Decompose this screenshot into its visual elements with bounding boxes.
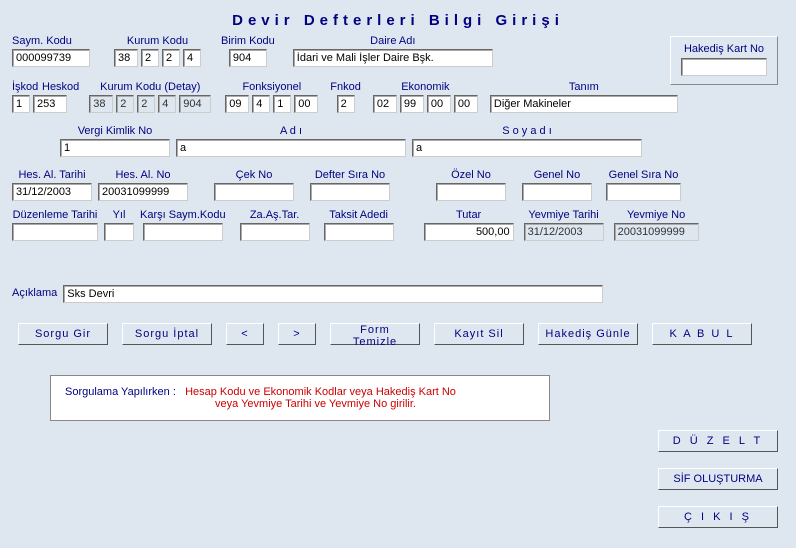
iskod-input[interactable] bbox=[12, 95, 30, 113]
kd2-input bbox=[116, 95, 134, 113]
lbl-hes-no: Hes. Al. No bbox=[115, 169, 170, 181]
gsira-input[interactable] bbox=[606, 183, 681, 201]
kurum1-input[interactable] bbox=[114, 49, 138, 67]
lbl-yev-tar: Yevmiye Tarihi bbox=[528, 209, 598, 221]
cek-input[interactable] bbox=[214, 183, 294, 201]
ek3-input[interactable] bbox=[427, 95, 451, 113]
fk3-input[interactable] bbox=[273, 95, 291, 113]
soyadi-input[interactable] bbox=[412, 139, 642, 157]
aciklama-input[interactable] bbox=[63, 285, 603, 303]
hes-no-input[interactable] bbox=[98, 183, 188, 201]
sif-button[interactable]: SİF OLUŞTURMA bbox=[658, 468, 778, 490]
fk1-input[interactable] bbox=[225, 95, 249, 113]
lbl-ekonomik: Ekonomik bbox=[401, 81, 449, 93]
lbl-aciklama: Açıklama bbox=[12, 287, 57, 299]
lbl-zaas: Za.Aş.Tar. bbox=[250, 209, 300, 221]
tanim-input[interactable] bbox=[490, 95, 678, 113]
lbl-adi: A d ı bbox=[280, 125, 302, 137]
prev-button[interactable]: < bbox=[226, 323, 264, 345]
lbl-yil: Yıl bbox=[113, 209, 126, 221]
lbl-fonksiyonel: Fonksiyonel bbox=[242, 81, 301, 93]
lbl-soyadi: S o y a d ı bbox=[502, 125, 552, 137]
lbl-defter: Defter Sıra No bbox=[315, 169, 385, 181]
lbl-hakedis: Hakediş Kart No bbox=[684, 43, 764, 55]
cikis-button[interactable]: Ç I K I Ş bbox=[658, 506, 778, 528]
karsi-input[interactable] bbox=[143, 223, 223, 241]
ek2-input[interactable] bbox=[400, 95, 424, 113]
lbl-daire-adi: Daire Adı bbox=[370, 35, 415, 47]
lbl-kurum-kodu: Kurum Kodu bbox=[127, 35, 188, 47]
page-title: Devir Defterleri Bilgi Girişi bbox=[0, 0, 796, 33]
ek1-input[interactable] bbox=[373, 95, 397, 113]
help-line1: Hesap Kodu ve Ekonomik Kodlar veya Haked… bbox=[185, 386, 456, 398]
lbl-sayim-kodu: Saym. Kodu bbox=[12, 35, 72, 47]
lbl-duz: Düzenleme Tarihi bbox=[13, 209, 98, 221]
ek4-input[interactable] bbox=[454, 95, 478, 113]
lbl-birim-kodu: Birim Kodu bbox=[221, 35, 275, 47]
kabul-button[interactable]: K A B U L bbox=[652, 323, 752, 345]
help-box: Sorgulama Yapılırken : Hesap Kodu ve Eko… bbox=[50, 375, 550, 421]
kurum3-input[interactable] bbox=[162, 49, 180, 67]
fk2-input[interactable] bbox=[252, 95, 270, 113]
kayit-sil-button[interactable]: Kayıt Sil bbox=[434, 323, 524, 345]
lbl-vergi: Vergi Kimlik No bbox=[78, 125, 153, 137]
lbl-cek: Çek No bbox=[236, 169, 273, 181]
yev-no-input bbox=[614, 223, 699, 241]
fk4-input[interactable] bbox=[294, 95, 318, 113]
help-prefix: Sorgulama Yapılırken : bbox=[65, 386, 176, 398]
yev-tar-input bbox=[524, 223, 604, 241]
adi-input[interactable] bbox=[176, 139, 406, 157]
kurum2-input[interactable] bbox=[141, 49, 159, 67]
heskod-input[interactable] bbox=[33, 95, 67, 113]
zaas-input[interactable] bbox=[240, 223, 310, 241]
taksit-input[interactable] bbox=[324, 223, 394, 241]
hes-tar-input[interactable] bbox=[12, 183, 92, 201]
kd1-input bbox=[89, 95, 113, 113]
next-button[interactable]: > bbox=[278, 323, 316, 345]
kurum4-input[interactable] bbox=[183, 49, 201, 67]
defter-input[interactable] bbox=[310, 183, 390, 201]
birim-kodu-input[interactable] bbox=[229, 49, 267, 67]
lbl-tanim: Tanım bbox=[569, 81, 599, 93]
form-temizle-button[interactable]: Form Temizle bbox=[330, 323, 420, 345]
lbl-hes-tar: Hes. Al. Tarihi bbox=[18, 169, 85, 181]
hakedis-input[interactable] bbox=[681, 58, 767, 76]
fnkod-input[interactable] bbox=[337, 95, 355, 113]
help-line2: veya Yevmiye Tarihi ve Yevmiye No girili… bbox=[215, 398, 416, 410]
yil-input[interactable] bbox=[104, 223, 134, 241]
lbl-fnkod: Fnkod bbox=[330, 81, 361, 93]
lbl-kurum-detay: Kurum Kodu (Detay) bbox=[100, 81, 200, 93]
sayim-kodu-input[interactable] bbox=[12, 49, 90, 67]
tutar-input[interactable] bbox=[424, 223, 514, 241]
hakedis-group: Hakediş Kart No bbox=[670, 36, 778, 85]
ozel-input[interactable] bbox=[436, 183, 506, 201]
kd3-input bbox=[137, 95, 155, 113]
genel-input[interactable] bbox=[522, 183, 592, 201]
lbl-heskod: Heskod bbox=[42, 81, 79, 93]
hakedis-gunle-button[interactable]: Hakediş Günle bbox=[538, 323, 638, 345]
sorgu-iptal-button[interactable]: Sorgu İptal bbox=[122, 323, 212, 345]
lbl-ozel: Özel No bbox=[451, 169, 491, 181]
vergi-input[interactable] bbox=[60, 139, 170, 157]
sorgu-gir-button[interactable]: Sorgu Gir bbox=[18, 323, 108, 345]
lbl-taksit: Taksit Adedi bbox=[329, 209, 388, 221]
duz-input[interactable] bbox=[12, 223, 98, 241]
lbl-iskod: İşkod bbox=[12, 81, 42, 93]
lbl-yev-no: Yevmiye No bbox=[627, 209, 685, 221]
lbl-karsi: Karşı Saym.Kodu bbox=[140, 209, 226, 221]
lbl-tutar: Tutar bbox=[456, 209, 481, 221]
kd5-input bbox=[179, 95, 211, 113]
lbl-genel: Genel No bbox=[534, 169, 580, 181]
lbl-gsira: Genel Sıra No bbox=[609, 169, 679, 181]
daire-adi-input[interactable] bbox=[293, 49, 493, 67]
kd4-input bbox=[158, 95, 176, 113]
duzelt-button[interactable]: D Ü Z E L T bbox=[658, 430, 778, 452]
